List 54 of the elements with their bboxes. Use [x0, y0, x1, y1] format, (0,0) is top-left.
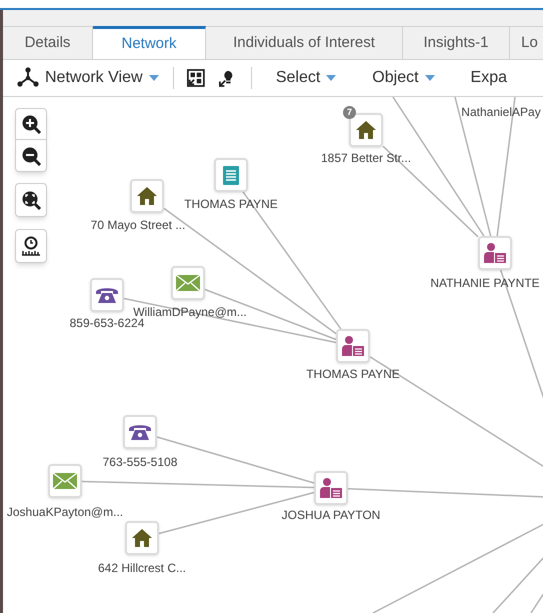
toolbar-button[interactable]: Object — [372, 66, 435, 90]
node-label: JoshuaKPayton@m... — [6, 505, 124, 519]
node-box[interactable] — [336, 329, 370, 363]
node-label: 859-653-6224 — [70, 316, 144, 330]
node-box[interactable] — [90, 278, 124, 312]
caret-icon — [148, 75, 159, 81]
house-icon — [131, 527, 153, 549]
tab[interactable]: Individuals of Interest — [206, 26, 403, 59]
tab[interactable]: Network — [93, 26, 206, 59]
caret-icon — [326, 75, 336, 81]
person-card-icon — [483, 242, 507, 264]
node-box[interactable] — [478, 236, 512, 270]
zoom-out-button[interactable] — [15, 140, 47, 172]
node-label: 1857 Better Str... — [320, 151, 412, 165]
toolbar-button[interactable]: Expa — [470, 66, 508, 90]
network-icon — [17, 67, 39, 89]
timeline-button[interactable] — [15, 229, 47, 263]
node-label: NathanielAPay — [461, 105, 541, 119]
zoom-to-fit-icon — [21, 190, 41, 210]
node-box[interactable] — [130, 179, 164, 213]
envelope-icon — [175, 273, 201, 293]
node-box[interactable] — [171, 266, 205, 300]
node-box[interactable] — [48, 464, 82, 498]
zoom-out-icon — [21, 146, 41, 166]
node-label: JOSHUA PAYTON — [282, 508, 380, 522]
document-icon — [220, 164, 242, 186]
node-label: NATHANIE PAYNTE — [430, 276, 540, 290]
node-label: 763-555-5108 — [102, 455, 178, 469]
count-badge: 7 — [343, 106, 356, 119]
zoom-in-button[interactable] — [15, 108, 47, 140]
caret-icon — [424, 75, 435, 81]
node-box[interactable] — [123, 415, 157, 449]
person-card-icon — [319, 477, 343, 499]
envelope-icon — [52, 471, 78, 491]
node-box[interactable] — [214, 158, 248, 192]
network-view-menu[interactable]: Network View — [17, 66, 159, 90]
grid-layout-icon[interactable] — [187, 68, 206, 88]
person-card-icon — [341, 335, 365, 357]
node-box[interactable] — [349, 113, 383, 147]
node-box[interactable] — [125, 521, 159, 555]
node-box[interactable] — [314, 471, 348, 505]
toolbar-button[interactable]: Select — [276, 66, 336, 90]
node-label: 70 Mayo Street ... — [90, 218, 186, 232]
node-label: WilliamDPayne@m... — [133, 305, 247, 319]
tab[interactable]: Lo — [510, 26, 543, 59]
zoom-to-fit-button[interactable] — [15, 183, 47, 217]
zoom-in-icon — [21, 114, 41, 134]
node-label: THOMAS PAYNE — [184, 197, 278, 211]
house-icon — [355, 119, 377, 141]
node-label: THOMAS PAYNE — [306, 367, 400, 381]
house-icon — [136, 185, 158, 207]
node-label: 642 Hillcrest C... — [98, 561, 186, 575]
timeline-icon — [21, 236, 41, 256]
tab[interactable]: Insights-1 — [403, 26, 510, 59]
